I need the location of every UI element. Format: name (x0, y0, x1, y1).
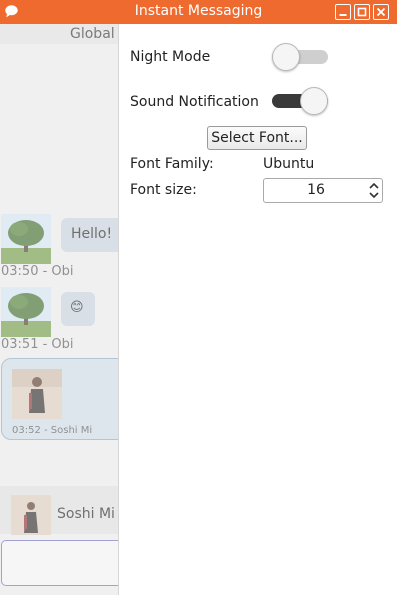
toggle-knob (272, 43, 300, 71)
photo-thumbnail (12, 369, 62, 419)
avatar (11, 495, 51, 535)
chevron-up-icon (369, 182, 379, 189)
user-name: Soshi Mi (57, 506, 115, 522)
message-bubble: Hello! (61, 218, 118, 252)
emoji-text: 😊 (70, 300, 84, 315)
minimize-icon (339, 14, 347, 16)
minimize-button[interactable] (335, 4, 351, 20)
message-meta: 03:52 - Soshi Mi (12, 425, 93, 436)
sound-notification-toggle[interactable] (272, 85, 328, 117)
night-mode-label: Night Mode (130, 49, 211, 65)
photo-message[interactable]: 03:52 - Soshi Mi (1, 358, 118, 440)
avatar (1, 214, 51, 264)
maximize-button[interactable] (354, 4, 370, 20)
message-text: Hello! (71, 226, 113, 242)
chat-tab-header[interactable]: Global (0, 24, 118, 44)
font-size-spinbox[interactable]: 16 (263, 178, 383, 203)
font-family-value: Ubuntu (263, 156, 315, 172)
avatar (1, 287, 51, 337)
message-bubble: 😊 (61, 292, 95, 326)
font-family-label: Font Family: (130, 156, 214, 172)
message-meta: 03:50 - Obi (1, 264, 74, 279)
select-font-button[interactable]: Select Font... (207, 126, 307, 150)
message-meta: 03:51 - Obi (1, 337, 74, 352)
toggle-knob (300, 87, 328, 115)
sound-notification-label: Sound Notification (130, 94, 259, 110)
maximize-icon (357, 7, 367, 17)
night-mode-toggle[interactable] (272, 41, 328, 73)
title-bar: Instant Messaging (0, 0, 397, 24)
close-icon (376, 7, 386, 17)
message-input[interactable] (1, 540, 118, 586)
font-size-value: 16 (307, 182, 325, 198)
close-button[interactable] (373, 4, 389, 20)
chat-room-label: Global (70, 26, 115, 42)
settings-panel: Night Mode Sound Notification Select Fon… (118, 24, 397, 595)
chevron-down-icon (369, 192, 379, 199)
chat-area: Global Hello! 03:50 - Obi 😊 03:51 - Obi (0, 24, 118, 595)
spin-arrows[interactable] (366, 179, 382, 202)
user-list-item[interactable]: Soshi Mi (0, 486, 118, 535)
font-size-label: Font size: (130, 182, 197, 198)
